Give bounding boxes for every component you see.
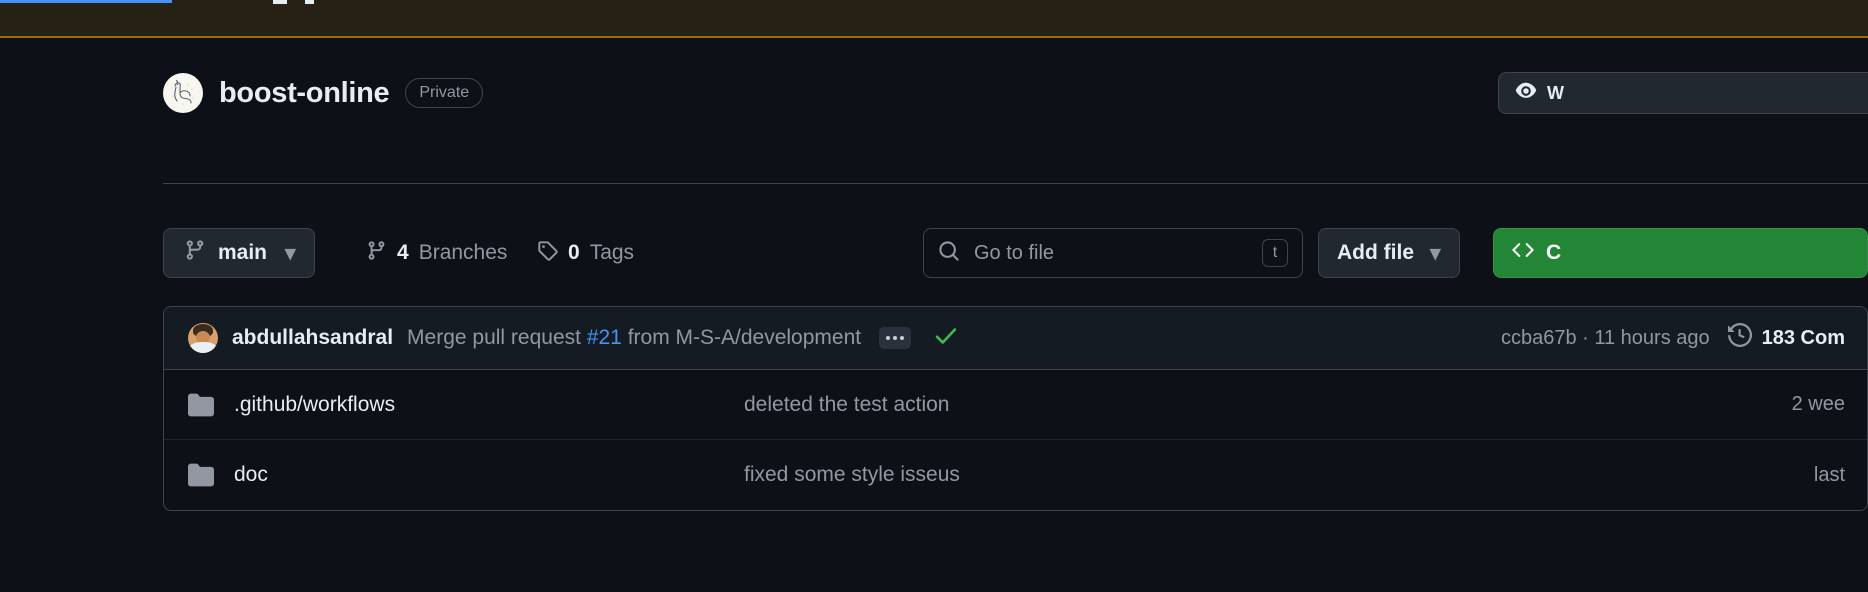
- commit-author-link[interactable]: abdullahsandral: [232, 326, 393, 350]
- branch-selector-button[interactable]: main ▾: [163, 228, 315, 278]
- branches-count: 4: [397, 241, 409, 264]
- banner-text-fragment: [273, 0, 287, 4]
- file-commit-age: 2 wee: [1791, 393, 1845, 415]
- avatar[interactable]: [188, 323, 218, 353]
- tags-count: 0: [568, 241, 580, 264]
- file-name-link[interactable]: .github/workflows: [234, 393, 744, 417]
- git-branch-icon: [366, 240, 387, 267]
- commit-meta: ccba67b · 11 hours ago 183 Com: [1501, 322, 1845, 353]
- search-shortcut-badge: t: [1262, 239, 1288, 267]
- chevron-down-icon: ▾: [285, 241, 296, 265]
- code-button-label: C: [1546, 241, 1562, 264]
- commit-sha[interactable]: ccba67b · 11 hours ago: [1501, 327, 1710, 350]
- eye-icon: [1515, 80, 1537, 107]
- go-to-file-search[interactable]: Go to file t: [923, 228, 1303, 278]
- file-name-link[interactable]: doc: [234, 463, 744, 487]
- repository-page: boost-online Private W main ▾ 4 Branches…: [0, 0, 1868, 592]
- history-icon: [1727, 322, 1752, 353]
- table-row[interactable]: doc fixed some style isseus last: [164, 440, 1867, 510]
- visibility-badge: Private: [405, 77, 484, 109]
- add-file-label: Add file: [1337, 241, 1414, 264]
- folder-icon: [188, 392, 214, 418]
- check-icon[interactable]: [933, 323, 959, 354]
- tags-label: Tags: [589, 241, 635, 264]
- commit-issue-link[interactable]: #21: [587, 326, 622, 349]
- branches-link[interactable]: 4 Branches: [366, 228, 507, 278]
- commit-message: Merge pull request #21 from M-S-A/develo…: [407, 326, 861, 350]
- tags-link[interactable]: 0 Tags: [537, 228, 634, 278]
- file-commit-age: last: [1813, 463, 1845, 486]
- chevron-down-icon: ▾: [1430, 241, 1441, 265]
- branches-label: Branches: [418, 241, 508, 264]
- latest-commit-row: abdullahsandral Merge pull request #21 f…: [164, 307, 1867, 370]
- tag-icon: [537, 240, 558, 267]
- camel-avatar-icon: [163, 73, 203, 113]
- page-content: boost-online Private W main ▾ 4 Branches…: [0, 38, 1868, 511]
- search-icon: [938, 240, 960, 267]
- repository-name[interactable]: boost-online: [219, 78, 390, 108]
- search-placeholder: Go to file: [974, 241, 1055, 264]
- header-divider: [163, 183, 1868, 184]
- file-browser-panel: abdullahsandral Merge pull request #21 f…: [163, 306, 1868, 511]
- banner-text-fragment: [305, 0, 314, 4]
- file-commit-message[interactable]: deleted the test action: [744, 393, 1792, 417]
- folder-icon: [188, 462, 214, 488]
- file-commit-message[interactable]: fixed some style isseus: [744, 463, 1814, 487]
- code-button[interactable]: C: [1493, 228, 1868, 278]
- table-row[interactable]: .github/workflows deleted the test actio…: [164, 370, 1867, 440]
- repository-toolbar: main ▾ 4 Branches 0 Tags Go to file t Ad…: [163, 228, 1868, 278]
- commit-message-suffix: from M-S-A/development: [621, 326, 862, 349]
- commits-count-text: 183 Com: [1761, 326, 1845, 349]
- git-branch-icon: [184, 239, 206, 267]
- commit-message-prefix: Merge pull request: [407, 326, 587, 349]
- banner-link-underline[interactable]: [0, 0, 172, 3]
- commits-count-link[interactable]: 183 Com: [1727, 322, 1845, 353]
- code-brackets-icon: [1512, 239, 1534, 267]
- branch-name-label: main: [218, 241, 268, 264]
- notification-banner: [0, 0, 1868, 38]
- watch-label: W: [1547, 82, 1564, 103]
- watch-button[interactable]: W: [1498, 72, 1868, 114]
- ellipsis-icon[interactable]: [879, 327, 912, 349]
- add-file-button[interactable]: Add file ▾: [1318, 228, 1460, 278]
